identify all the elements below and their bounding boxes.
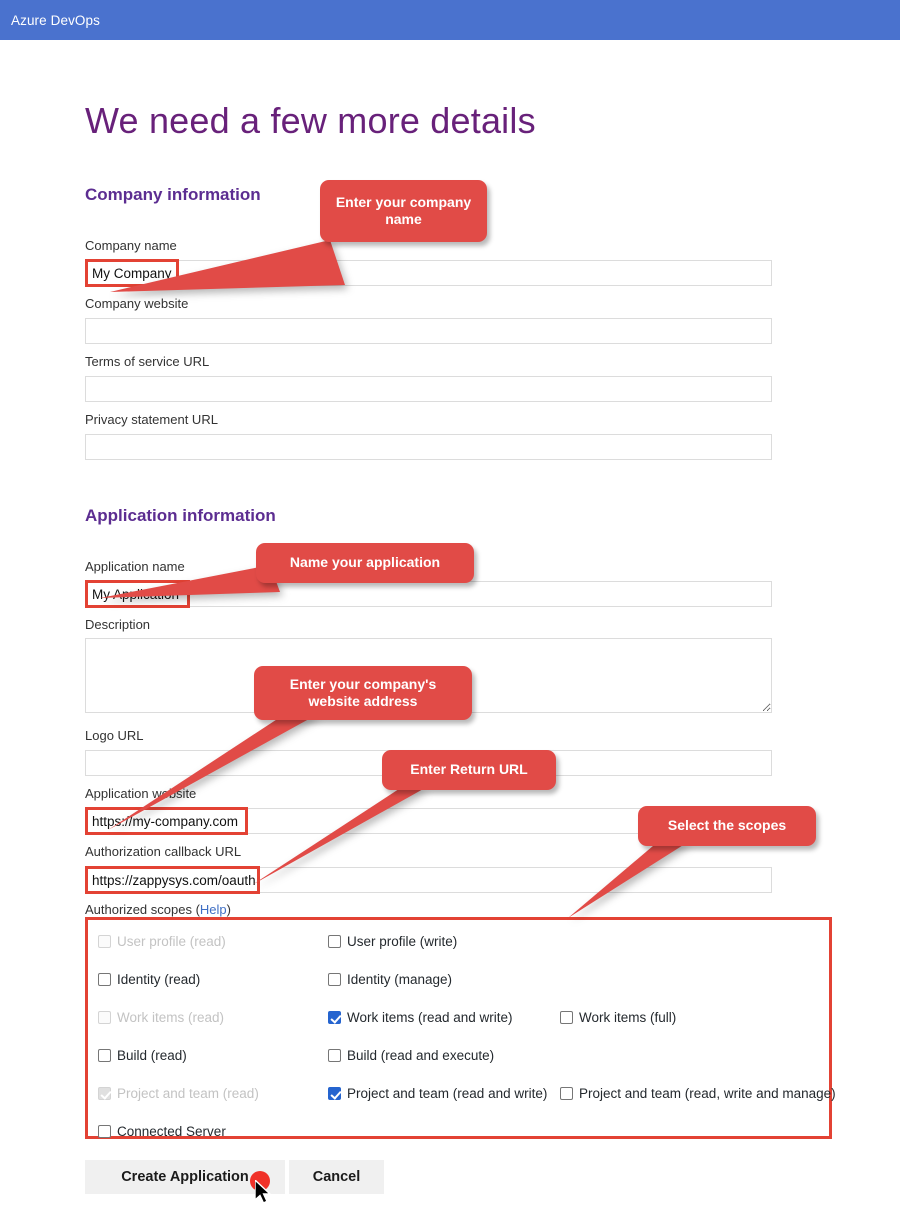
callout-label-app-name: Name your application [256,543,474,583]
app-brand-label: Azure DevOps [11,12,100,28]
page-content: We need a few more details Company infor… [0,40,900,1220]
callout-label-app-website: Enter your company's website address [254,666,472,720]
app-header-bar: Azure DevOps [0,0,900,40]
callout-label-return-url: Enter Return URL [382,750,556,790]
callout-label-company-name: Enter your company name [320,180,487,242]
callout-label-select-scopes: Select the scopes [638,806,816,846]
